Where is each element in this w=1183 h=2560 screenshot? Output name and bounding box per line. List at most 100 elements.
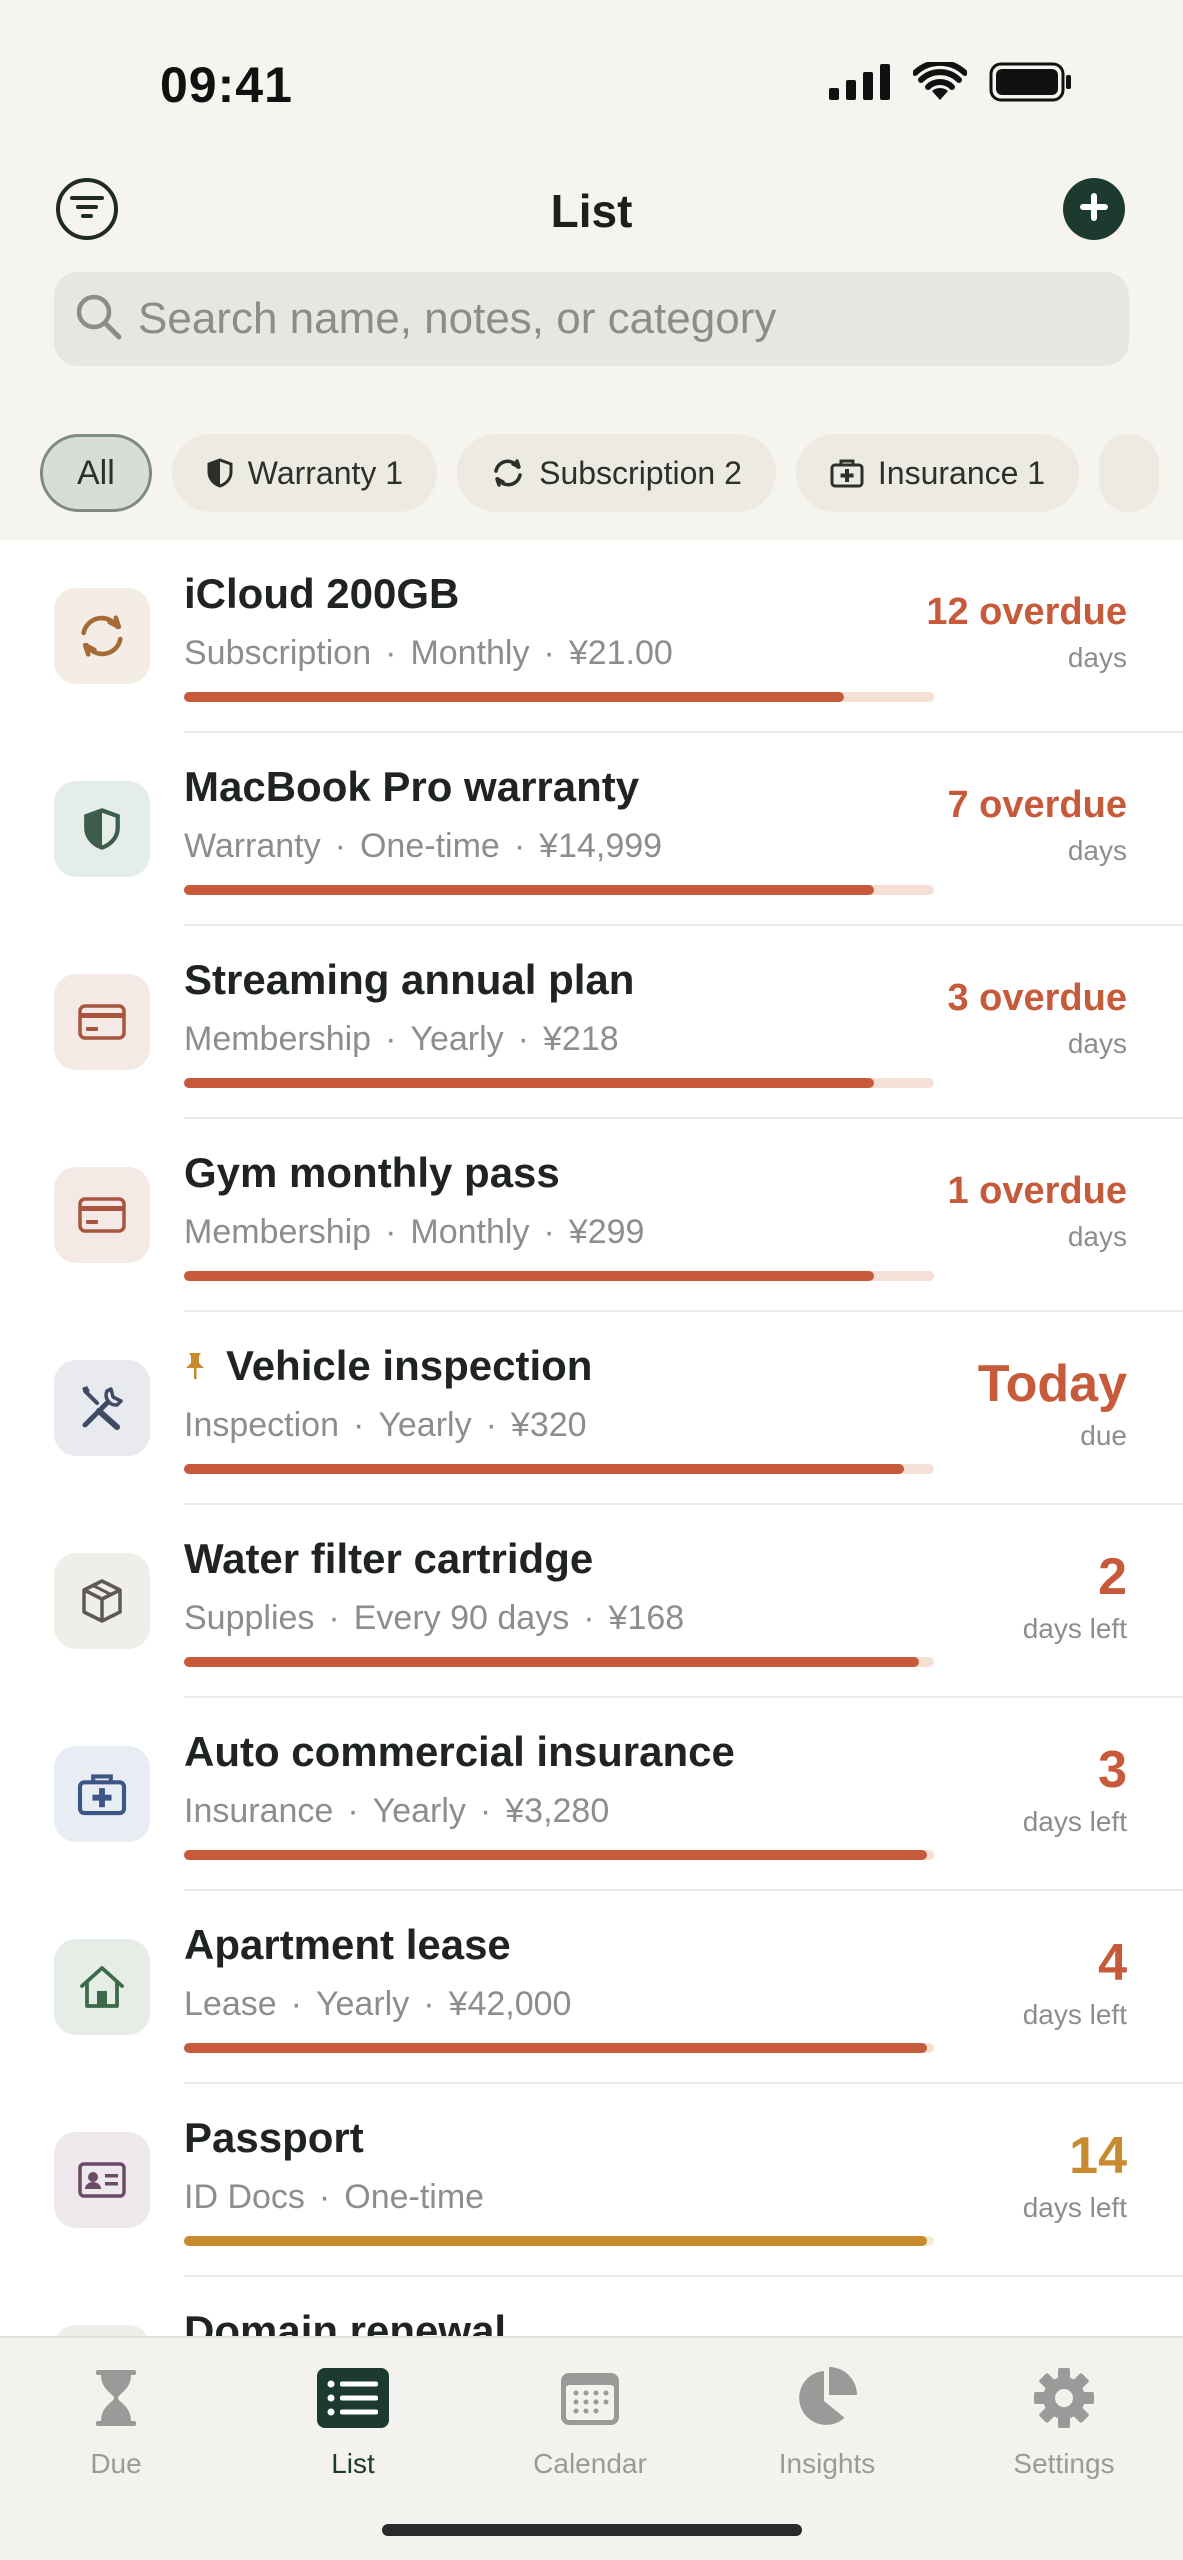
item-price: ¥14,999 — [539, 827, 663, 865]
tab-settings[interactable]: Settings — [964, 2358, 1164, 2480]
search-icon — [74, 292, 124, 347]
item-price: ¥3,280 — [505, 1792, 610, 1830]
item-frequency: Yearly — [410, 1020, 504, 1058]
tab-label: Due — [90, 2448, 142, 2479]
id-card-icon — [54, 2132, 150, 2228]
category-filter-chips: All Warranty 1 Subscription 2 Insurance … — [40, 434, 1160, 514]
item-frequency: Monthly — [410, 634, 530, 672]
item-category: Membership — [184, 1213, 372, 1251]
due-value: 14 — [1069, 2127, 1127, 2185]
item-category: Supplies — [184, 1599, 315, 1637]
item-title: Auto commercial insurance — [184, 1728, 735, 1776]
item-title-text: Gym monthly pass — [184, 1149, 560, 1196]
item-price: ¥299 — [568, 1213, 645, 1251]
shield-icon — [206, 458, 234, 488]
item-title: Streaming annual plan — [184, 956, 634, 1004]
list-item[interactable]: Streaming annual plan Membership · Yearly… — [0, 926, 1183, 1119]
item-price: ¥21.00 — [568, 634, 673, 672]
tab-due[interactable]: Due — [16, 2358, 216, 2480]
item-category: Lease — [184, 1985, 277, 2023]
item-title-text: Streaming annual plan — [184, 956, 635, 1003]
tab-calendar[interactable]: Calendar — [490, 2358, 690, 2480]
item-frequency: Yearly — [315, 1985, 410, 2023]
item-meta: ID Docs · One-time — [184, 2178, 484, 2217]
due-unit: days left — [1022, 1999, 1127, 2030]
list-item[interactable]: Gym monthly pass Membership · Monthly · ¥2… — [0, 1119, 1183, 1312]
plus-icon — [1078, 191, 1110, 228]
separator-dot: · — [385, 1213, 397, 1251]
pin-icon — [184, 1351, 206, 1381]
separator-dot: · — [423, 1985, 435, 2023]
progress-bar — [184, 1657, 934, 1667]
item-meta: Inspection · Yearly · ¥320 — [184, 1406, 587, 1445]
progress-bar — [184, 1078, 934, 1088]
chip-label: All — [77, 453, 115, 492]
list-item[interactable]: Vehicle inspection Inspection · Yearly · ¥… — [0, 1312, 1183, 1505]
due-unit: due — [1080, 1420, 1127, 1451]
item-meta: Lease · Yearly · ¥42,000 — [184, 1985, 571, 2024]
item-frequency: One-time — [359, 827, 500, 865]
list-item[interactable]: Auto commercial insurance Insurance · Yea… — [0, 1698, 1183, 1891]
list-item[interactable]: Water filter cartridge Supplies · Every 9… — [0, 1505, 1183, 1698]
due-indicator: 2 days left — [1023, 1549, 1127, 1645]
chip-insurance[interactable]: Insurance 1 — [795, 434, 1080, 512]
list-item[interactable]: iCloud 200GB Subscription · Monthly · ¥21.… — [0, 540, 1183, 733]
status-icons — [829, 59, 1073, 107]
item-title: Water filter cartridge — [184, 1535, 593, 1583]
due-value: 1 overdue — [947, 1170, 1127, 1212]
progress-fill — [184, 885, 874, 895]
item-price: ¥218 — [543, 1020, 619, 1058]
due-unit: days left — [1022, 1613, 1127, 1644]
progress-fill — [184, 1464, 904, 1474]
separator-dot: · — [328, 1599, 340, 1637]
add-item-button[interactable] — [1063, 178, 1125, 240]
tab-insights[interactable]: Insights — [727, 2358, 927, 2480]
list-item[interactable]: Apartment lease Lease · Yearly · ¥42,000 4… — [0, 1891, 1183, 2084]
chip-more[interactable] — [1099, 434, 1160, 512]
battery-icon — [989, 62, 1073, 107]
due-value: 3 overdue — [947, 977, 1127, 1019]
chip-subscription[interactable]: Subscription 2 — [457, 434, 776, 512]
tab-label: List — [331, 2448, 375, 2479]
progress-bar — [184, 1271, 934, 1281]
item-category: Insurance — [184, 1792, 334, 1830]
list-item[interactable]: MacBook Pro warranty Warranty · One-time ·… — [0, 733, 1183, 926]
item-meta: Warranty · One-time · ¥14,999 — [184, 827, 662, 866]
progress-fill — [184, 1271, 874, 1281]
hourglass-icon — [16, 2358, 216, 2438]
due-indicator: 3 days left — [1023, 1742, 1127, 1838]
due-value: Today — [977, 1355, 1127, 1413]
item-price: ¥320 — [510, 1406, 587, 1444]
list-item[interactable]: Passport ID Docs · One-time 14 days left — [0, 2084, 1183, 2277]
item-frequency: One-time — [344, 2178, 485, 2216]
wifi-icon — [912, 59, 968, 107]
separator-dot: · — [353, 1406, 365, 1444]
separator-dot: · — [385, 634, 397, 672]
items-list: iCloud 200GB Subscription · Monthly · ¥21.… — [0, 540, 1183, 2470]
tab-list[interactable]: List — [253, 2358, 453, 2480]
chip-warranty[interactable]: Warranty 1 — [171, 434, 438, 512]
due-value: 7 overdue — [947, 784, 1127, 826]
due-value: 12 overdue — [926, 591, 1127, 633]
tools-icon — [54, 1360, 150, 1456]
search-input[interactable] — [138, 294, 1078, 344]
due-indicator: 3 overdue days — [947, 976, 1127, 1060]
due-value: 2 — [1098, 1548, 1127, 1606]
item-title: iCloud 200GB — [184, 570, 459, 618]
status-time: 09:41 — [160, 57, 293, 113]
tab-label: Insights — [778, 2448, 876, 2479]
gear-icon — [964, 2358, 1164, 2438]
chip-all[interactable]: All — [40, 434, 152, 512]
progress-bar — [184, 692, 934, 702]
item-title: Vehicle inspection — [184, 1342, 592, 1390]
refresh-icon — [491, 458, 525, 488]
item-title: Gym monthly pass — [184, 1149, 560, 1197]
due-unit: days left — [1022, 1806, 1127, 1837]
progress-bar — [184, 2236, 934, 2246]
item-price: ¥168 — [608, 1599, 685, 1637]
search-bar[interactable] — [54, 272, 1129, 366]
item-meta: Membership · Monthly · ¥299 — [184, 1213, 644, 1252]
item-frequency: Yearly — [372, 1792, 466, 1830]
separator-dot: · — [543, 634, 555, 672]
separator-dot: · — [543, 1213, 555, 1251]
